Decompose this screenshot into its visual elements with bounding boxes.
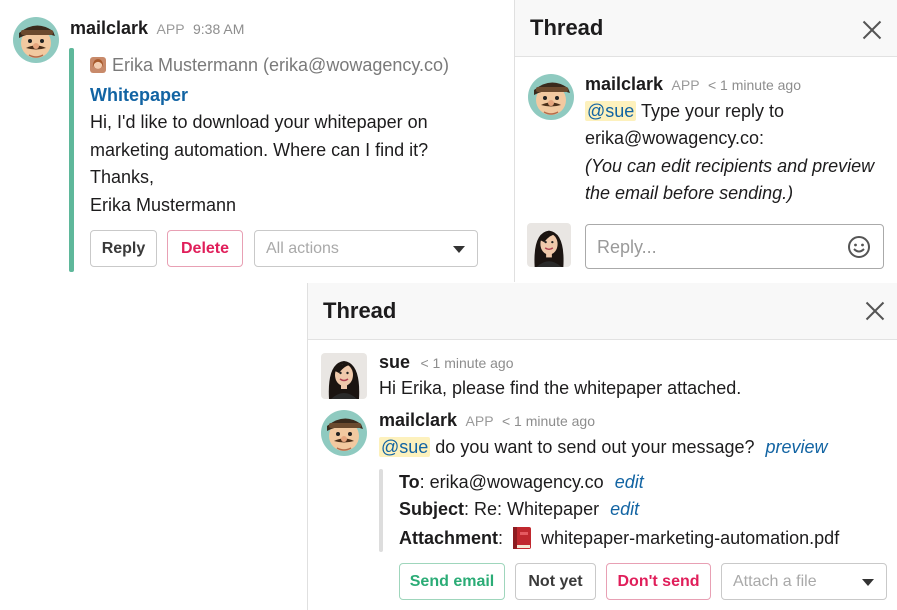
smiley-icon[interactable] bbox=[847, 235, 871, 264]
to-label: To bbox=[399, 472, 420, 492]
book-icon bbox=[511, 526, 533, 550]
thread-panel-1: Thread mailclark APP < 1 minute ago @sue… bbox=[514, 0, 897, 282]
app-badge: APP bbox=[671, 77, 700, 93]
sender-name[interactable]: sue bbox=[379, 352, 410, 372]
body-line-1: Hi, I'd like to download your whitepaper… bbox=[90, 112, 428, 132]
message-header: mailclark APP < 1 minute ago bbox=[585, 74, 801, 95]
from-line: Erika Mustermann (erika@wowagency.co) bbox=[112, 55, 450, 75]
edit-to-link[interactable]: edit bbox=[615, 472, 644, 492]
mailclark-avatar[interactable] bbox=[528, 74, 574, 120]
main-message: mailclark APP 9:38 AM Erika Mustermann (… bbox=[0, 0, 510, 280]
quote-bar bbox=[379, 469, 383, 552]
attach-file-placeholder: Attach a file bbox=[733, 572, 817, 590]
timestamp[interactable]: < 1 minute ago bbox=[420, 355, 513, 371]
message-header: mailclark APP 9:38 AM bbox=[70, 18, 244, 39]
message-text: Type your reply to bbox=[636, 101, 785, 121]
sender-name[interactable]: mailclark bbox=[585, 74, 663, 94]
note-line-1: (You can edit recipients and preview bbox=[585, 156, 875, 176]
thread-title: Thread bbox=[323, 298, 397, 323]
message-line-1: @sue Type your reply to bbox=[585, 101, 784, 122]
subject-label: Subject bbox=[399, 499, 465, 519]
not-yet-button[interactable]: Not yet bbox=[515, 563, 596, 600]
thread-panel-2: Thread sue < 1 minute ago Hi Erika, plea… bbox=[307, 283, 897, 610]
timestamp[interactable]: < 1 minute ago bbox=[708, 77, 801, 93]
erika-avatar-icon bbox=[90, 57, 106, 73]
sender-name[interactable]: mailclark bbox=[70, 18, 148, 38]
attachment-file[interactable]: whitepaper-marketing-automation.pdf bbox=[541, 528, 839, 549]
preview-link[interactable]: preview bbox=[766, 437, 828, 457]
reply-button[interactable]: Reply bbox=[90, 230, 157, 267]
attachment-sep: : bbox=[498, 527, 504, 548]
delete-button[interactable]: Delete bbox=[167, 230, 243, 267]
send-email-button[interactable]: Send email bbox=[399, 563, 505, 600]
close-icon[interactable] bbox=[862, 20, 882, 40]
attach-file-select[interactable]: Attach a file bbox=[721, 563, 887, 600]
subject-value: : Re: Whitepaper bbox=[464, 499, 600, 519]
reply-placeholder: Reply... bbox=[597, 237, 657, 257]
attachment-line: Attachment: whitepaper-marketing-automat… bbox=[399, 526, 839, 550]
thread-header: Thread bbox=[515, 0, 897, 57]
message-header: mailclark APP < 1 minute ago bbox=[379, 410, 595, 431]
mention[interactable]: @sue bbox=[585, 101, 637, 121]
sender-name[interactable]: mailclark bbox=[379, 410, 457, 430]
to-value: : erika@wowagency.co bbox=[419, 472, 604, 492]
attachment-bar bbox=[69, 48, 74, 272]
to-line: To: erika@wowagency.co edit bbox=[399, 472, 644, 493]
mention[interactable]: @sue bbox=[379, 437, 431, 457]
thread-title: Thread bbox=[530, 15, 604, 40]
thread-header: Thread bbox=[308, 283, 897, 340]
all-actions-select[interactable]: All actions bbox=[254, 230, 478, 267]
all-actions-placeholder: All actions bbox=[266, 239, 339, 257]
timestamp[interactable]: 9:38 AM bbox=[193, 21, 244, 37]
message-text: do you want to send out your message? bbox=[430, 437, 755, 457]
app-badge: APP bbox=[465, 413, 494, 429]
subject-line: Subject: Re: Whitepaper edit bbox=[399, 499, 639, 520]
subject-link[interactable]: Whitepaper bbox=[90, 85, 188, 106]
message-line-2: erika@wowagency.co: bbox=[585, 128, 765, 148]
body-line-2: marketing automation. Where can I find i… bbox=[90, 140, 429, 160]
body-line-3: Thanks, bbox=[90, 167, 155, 187]
app-badge: APP bbox=[156, 21, 185, 37]
mailclark-avatar[interactable] bbox=[321, 410, 367, 456]
mailclark-avatar[interactable] bbox=[13, 17, 59, 63]
timestamp[interactable]: < 1 minute ago bbox=[502, 413, 595, 429]
sue-avatar[interactable] bbox=[321, 353, 367, 399]
close-icon[interactable] bbox=[865, 301, 885, 321]
body-line-4: Erika Mustermann bbox=[90, 195, 237, 215]
sue-avatar[interactable] bbox=[527, 223, 571, 267]
reply-input[interactable]: Reply... bbox=[585, 224, 884, 269]
message-text: Hi Erika, please find the whitepaper att… bbox=[379, 378, 742, 398]
chevron-down-icon bbox=[862, 579, 874, 586]
attachment-label: Attachment bbox=[399, 527, 499, 548]
message-line: @sue do you want to send out your messag… bbox=[379, 437, 828, 458]
note-line-2: the email before sending.) bbox=[585, 183, 794, 203]
message-header: sue < 1 minute ago bbox=[379, 352, 514, 373]
dont-send-button[interactable]: Don't send bbox=[606, 563, 711, 600]
edit-subject-link[interactable]: edit bbox=[610, 499, 639, 519]
chevron-down-icon bbox=[453, 246, 465, 253]
